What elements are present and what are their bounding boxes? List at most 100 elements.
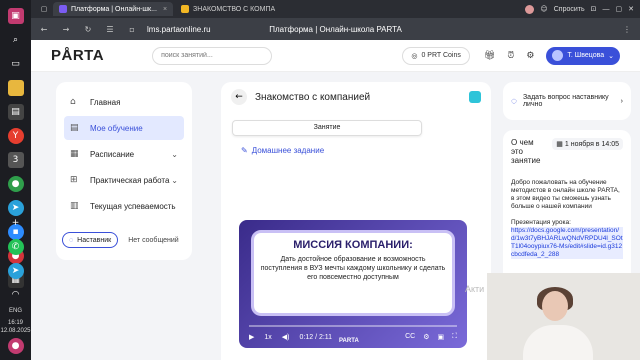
- chevron-down-icon: ⌄: [171, 175, 178, 185]
- whatsapp-icon[interactable]: ✆: [7, 239, 24, 255]
- ask-icon[interactable]: ☺: [540, 5, 547, 13]
- telegram-tray-icon[interactable]: ➤: [7, 263, 24, 279]
- mentor-button[interactable]: ◌ Наставник: [62, 232, 119, 248]
- reload-icon[interactable]: ↻: [81, 25, 95, 34]
- bell-icon[interactable]: ⏰︎: [507, 51, 514, 61]
- tab-lesson[interactable]: Занятие: [232, 120, 422, 136]
- about-row: О чем это занятие ▦ 1 ноября в 14:05: [511, 138, 623, 165]
- chrome-icon[interactable]: ●: [7, 176, 24, 192]
- coins-badge[interactable]: ◎ 0 PRT Coins: [402, 46, 470, 65]
- wifi-icon[interactable]: ◠: [8, 287, 24, 303]
- video-time: 0:12 / 2:11: [299, 333, 333, 341]
- lesson-date-text: 1 ноября в 14:05: [564, 141, 619, 148]
- menu-icon[interactable]: ⋮: [620, 25, 634, 34]
- sidebar-item-grades[interactable]: ▥ Текущая успеваемость: [64, 194, 184, 218]
- webcam-person-body: [523, 325, 593, 360]
- calendar-icon: ▦: [70, 149, 79, 159]
- profile-icon[interactable]: [525, 4, 535, 14]
- sidebar-item-home[interactable]: ⌂ Главная: [64, 90, 184, 114]
- settings-icon[interactable]: ⚙: [526, 51, 534, 61]
- homework-link[interactable]: ✎ Домашнее задание: [241, 146, 324, 155]
- bookmark-icon[interactable]: ⊡: [591, 5, 597, 13]
- parta-favicon-icon: [59, 5, 67, 13]
- settings-icon[interactable]: ⚙: [423, 333, 429, 341]
- lesson-header: ← Знакомство с компанией: [221, 82, 491, 112]
- subtitles-icon[interactable]: CC: [405, 333, 415, 341]
- grades-icon: ▥: [70, 201, 79, 211]
- coins-label: 0 PRT Coins: [421, 52, 461, 59]
- video-brand: PARTA: [339, 338, 359, 344]
- close-icon[interactable]: ×: [163, 6, 167, 13]
- lock-icon: ▫: [129, 24, 135, 34]
- sidebar-item-practice[interactable]: ⊞ Практическая работа ⌄: [64, 168, 184, 192]
- browser-toolbar: ← → ↻ ☰ ▫ lms.partaonline.ru Платформа |…: [31, 18, 640, 40]
- ask-mentor-card[interactable]: ◌ Задать вопрос наставнику лично ›: [503, 82, 631, 120]
- arrow-left-icon: ←: [235, 92, 243, 102]
- tab-presentation[interactable]: ЗНАКОМСТВО С КОМПА: [175, 2, 281, 16]
- home-icon: ⌂: [70, 97, 76, 107]
- minimize-icon[interactable]: —: [603, 6, 610, 13]
- video-controls-right: CC ⚙ ▣ ⛶: [405, 333, 457, 341]
- webcam-overlay: [487, 273, 640, 360]
- yandex-browser-icon[interactable]: Y: [7, 128, 24, 144]
- app-3-icon[interactable]: 3: [7, 152, 24, 168]
- chevron-right-icon: ›: [620, 97, 623, 105]
- back-button[interactable]: ←: [231, 89, 247, 105]
- no-messages-text: Нет сообщений: [128, 236, 179, 244]
- sidebar-item-label: Текущая успеваемость: [90, 201, 176, 211]
- fullscreen-icon[interactable]: ⛶: [452, 333, 457, 341]
- tab-platform[interactable]: Платформа | Онлайн-шк... ×: [53, 2, 174, 16]
- tabs-list-icon[interactable]: ☰: [103, 25, 117, 34]
- forward-nav-icon[interactable]: →: [59, 25, 73, 34]
- lesson-date: ▦ 1 ноября в 14:05: [552, 138, 623, 150]
- presentation-link[interactable]: https://docs.google.com/presentation/d/1…: [511, 227, 623, 259]
- volume-icon[interactable]: ◀): [282, 333, 290, 341]
- speed-button[interactable]: 1x: [264, 334, 271, 341]
- add-icon[interactable]: +: [8, 215, 24, 231]
- chat-bubble-icon: ◌: [511, 95, 517, 107]
- lesson-description: Добро пожаловать на обучение методистов …: [511, 179, 620, 210]
- search-icon[interactable]: ⌕: [8, 32, 24, 48]
- lesson-panel: ← Знакомство с компанией Занятие ✎ Домаш…: [221, 82, 491, 360]
- site-logo[interactable]: PÅRTA: [51, 47, 104, 64]
- edit-icon[interactable]: [469, 91, 481, 103]
- taskbar: ▣ ⌕ ▭ ▤ Y 3 ● ➤ ▪ ● ▦ + ✆ ➤ ◠ ENG 16:19 …: [0, 0, 31, 360]
- back-nav-icon[interactable]: ←: [37, 25, 51, 34]
- maximize-icon[interactable]: ▢: [616, 5, 623, 13]
- tasks-icon: ⊞: [70, 175, 78, 185]
- tray: + ✆ ➤ ◠ ENG 16:19 12.08.2025 ●: [0, 211, 31, 358]
- user-menu[interactable]: Т. Швецова ⌄: [546, 46, 620, 65]
- sidebar-item-schedule[interactable]: ▦ Расписание ⌄: [64, 142, 184, 166]
- sidebar-item-my-learning[interactable]: ▤ Мое обучение: [64, 116, 184, 140]
- homework-label: Домашнее задание: [251, 146, 325, 155]
- tab-bar: ▢ Платформа | Онлайн-шк... × ЗНАКОМСТВО …: [31, 0, 640, 18]
- folder-icon[interactable]: [7, 80, 24, 96]
- clock-time[interactable]: 16:19: [8, 319, 23, 327]
- ask-button[interactable]: Спросить: [554, 6, 585, 13]
- play-icon[interactable]: ▶: [249, 333, 254, 341]
- mentor-label: Наставник: [77, 236, 112, 244]
- app-icon[interactable]: ▤: [7, 104, 24, 120]
- webcam-person-face: [542, 291, 568, 321]
- pip-icon[interactable]: ▣: [437, 333, 444, 341]
- sidebar-item-label: Практическая работа: [90, 175, 170, 185]
- calendar-icon: ▦: [556, 141, 565, 148]
- gift-icon[interactable]: 🎁︎: [484, 51, 495, 61]
- windows-start-icon[interactable]: ▣: [7, 8, 24, 24]
- notification-icon[interactable]: ●: [7, 338, 24, 354]
- tab-presentation-label: ЗНАКОМСТВО С КОМПА: [193, 5, 276, 13]
- language-indicator[interactable]: ENG: [9, 307, 22, 315]
- header-icons: 🎁︎ ⏰︎ ⚙: [484, 51, 535, 61]
- video-player[interactable]: МИССИЯ КОМПАНИИ: Дать достойное образова…: [239, 220, 467, 348]
- task-view-icon[interactable]: ▭: [8, 56, 24, 72]
- search-input[interactable]: [152, 46, 273, 65]
- book-icon: ▤: [70, 123, 79, 133]
- coins-icon: ◎: [411, 51, 418, 60]
- slide-title: МИССИЯ КОМПАНИИ:: [293, 239, 413, 251]
- clock-date[interactable]: 12.08.2025: [0, 327, 30, 335]
- address-bar[interactable]: lms.partaonline.ru: [147, 25, 211, 34]
- site-header: PÅRTA ◎ 0 PRT Coins 🎁︎ ⏰︎ ⚙ Т. Швецова ⌄: [31, 40, 640, 72]
- tab-new[interactable]: ▢: [37, 2, 51, 16]
- sidebar-item-label: Мое обучение: [90, 123, 143, 133]
- window-close-icon[interactable]: ✕: [628, 5, 634, 13]
